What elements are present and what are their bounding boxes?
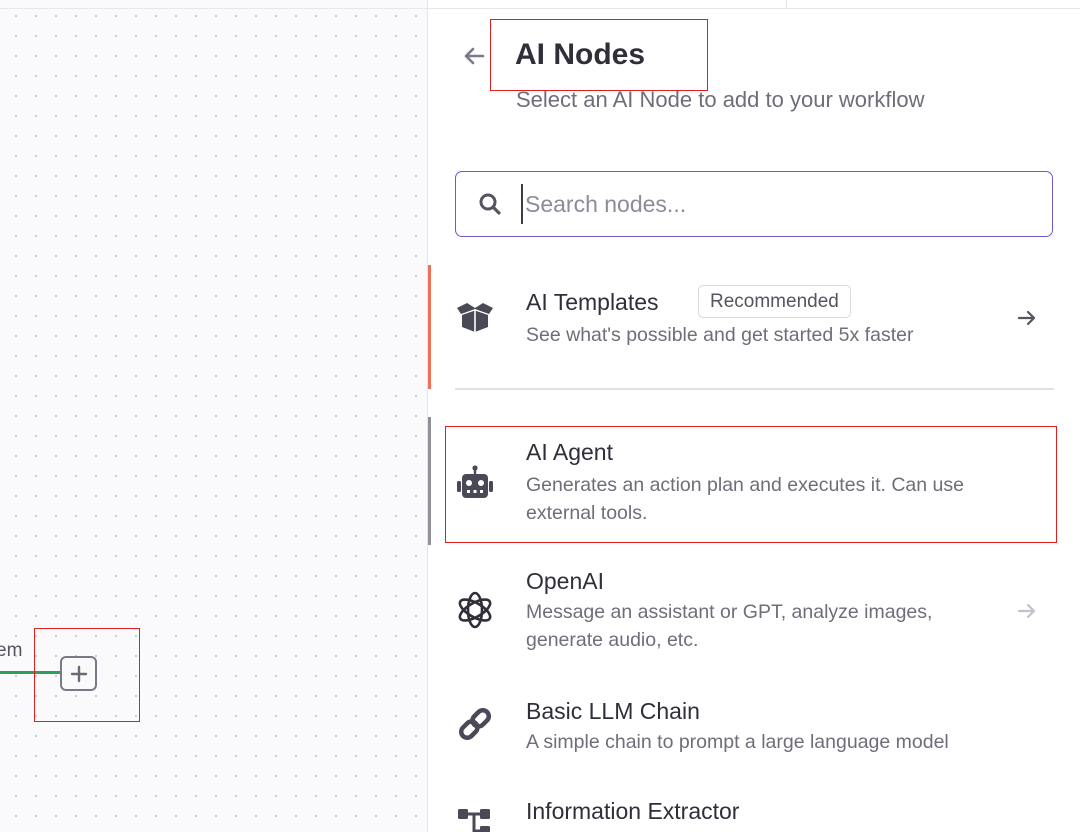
node-connector <box>0 671 60 674</box>
item-description: generate audio, etc. <box>526 629 699 651</box>
recommended-badge: Recommended <box>698 285 851 318</box>
arrow-right-icon <box>1017 310 1036 326</box>
robot-icon <box>453 462 497 506</box>
back-button[interactable] <box>458 40 490 72</box>
panel-subtitle: Select an AI Node to add to your workflo… <box>516 87 925 112</box>
item-accent-bar <box>428 417 431 545</box>
item-name: AI Agent <box>526 439 613 465</box>
panel-title: AI Nodes <box>515 38 646 71</box>
search-input[interactable] <box>521 184 1021 224</box>
node-item-ai-agent[interactable]: AI Agent Generates an action plan and ex… <box>428 417 1080 545</box>
node-item-basic-llm-chain[interactable]: Basic LLM Chain A simple chain to prompt… <box>428 680 1080 780</box>
extractor-icon <box>453 800 497 832</box>
item-accent-bar <box>428 265 431 389</box>
item-description: Message an assistant or GPT, analyze ima… <box>526 601 933 623</box>
openai-icon <box>453 588 497 632</box>
arrow-right-icon <box>1017 603 1036 619</box>
item-name: OpenAI <box>526 568 604 594</box>
arrow-left-icon <box>464 47 485 65</box>
node-item-ai-templates[interactable]: AI Templates Recommended See what's poss… <box>428 265 1080 389</box>
item-description: A simple chain to prompt a large languag… <box>526 731 949 753</box>
workflow-canvas[interactable]: em <box>0 0 427 832</box>
item-description: See what's possible and get started 5x f… <box>526 324 914 346</box>
node-item-information-extractor[interactable]: Information Extractor <box>428 780 1080 832</box>
item-name: Information Extractor <box>526 798 740 824</box>
item-name: Basic LLM Chain <box>526 698 700 724</box>
section-divider <box>455 388 1054 390</box>
item-description: external tools. <box>526 502 648 524</box>
ai-nodes-panel: AI Nodes Select an AI Node to add to you… <box>427 0 1080 832</box>
panel-top-divider <box>786 0 787 8</box>
item-description: Generates an action plan and executes it… <box>526 474 964 496</box>
add-node-button[interactable] <box>60 656 97 691</box>
search-box <box>455 171 1053 237</box>
node-label: em <box>0 640 23 661</box>
panel-top-border <box>428 8 1080 9</box>
plus-icon <box>70 665 87 682</box>
search-icon <box>479 193 501 215</box>
item-name: AI Templates <box>526 289 659 315</box>
link-icon <box>453 702 497 746</box>
box-open-icon <box>453 295 497 339</box>
canvas-top-border <box>0 8 427 9</box>
node-item-openai[interactable]: OpenAI Message an assistant or GPT, anal… <box>428 550 1080 670</box>
